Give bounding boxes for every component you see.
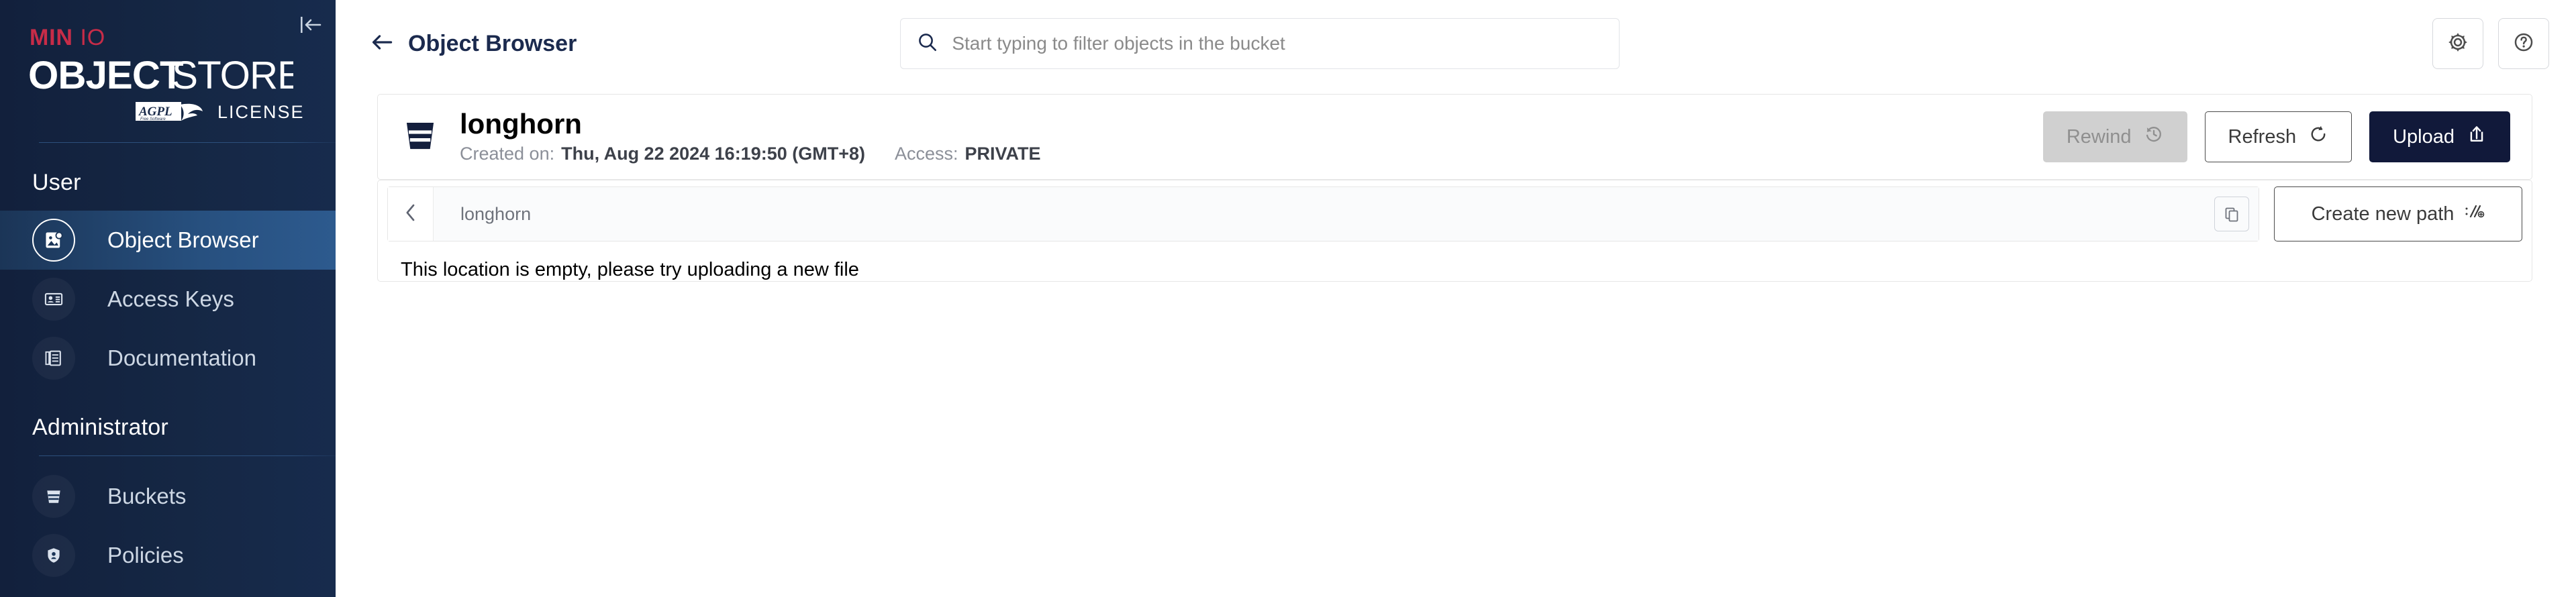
breadcrumb-path[interactable]: longhorn: [434, 187, 2205, 241]
svg-text:IO: IO: [81, 25, 105, 50]
rewind-button-label: Rewind: [2066, 125, 2132, 148]
nav-list-administrator: Buckets Policies: [0, 467, 336, 585]
sidebar-divider-admin: [39, 455, 336, 456]
object-store-wordmark-icon: OBJECT STORE: [28, 55, 293, 97]
nav-section-administrator-title: Administrator: [32, 415, 168, 440]
refresh-button[interactable]: Refresh: [2204, 111, 2352, 162]
page-header[interactable]: Object Browser: [370, 31, 577, 57]
objects-panel: longhorn Create new path This location i…: [377, 180, 2532, 282]
chevron-left-icon: [402, 203, 419, 226]
minio-wordmark-icon: MIN IO: [30, 25, 105, 50]
sidebar-item-documentation[interactable]: Documentation: [0, 329, 336, 388]
content-area: longhorn Created on: Thu, Aug 22 2024 16…: [336, 87, 2576, 597]
bucket-name: longhorn: [460, 107, 582, 140]
search-bar[interactable]: [900, 18, 1620, 69]
svg-text:STORE: STORE: [172, 55, 293, 97]
svg-text:Free Software: Free Software: [140, 117, 166, 121]
created-on-value: Thu, Aug 22 2024 16:19:50 (GMT+8): [561, 143, 865, 164]
access-keys-icon: [32, 278, 75, 321]
sidebar: MIN IO OBJECT STORE AGPL Free Software L…: [0, 0, 336, 597]
sidebar-item-label: Object Browser: [107, 227, 259, 252]
gear-icon: [2446, 31, 2469, 57]
upload-icon: [2467, 124, 2487, 150]
svg-text:MIN: MIN: [30, 25, 73, 50]
help-circle-icon: [2512, 31, 2535, 57]
arrow-left-icon[interactable]: [370, 32, 393, 56]
sidebar-item-object-browser[interactable]: Object Browser: [0, 211, 336, 270]
rewind-clock-icon: [2144, 124, 2164, 150]
sidebar-item-access-keys[interactable]: Access Keys: [0, 270, 336, 329]
license-word-icon: LICENSE: [217, 102, 305, 122]
upload-button-label: Upload: [2393, 125, 2455, 148]
svg-text:LICENSE: LICENSE: [217, 102, 305, 122]
search-input[interactable]: [952, 33, 1603, 54]
topbar-actions: [2432, 18, 2549, 69]
sidebar-item-label: Policies: [107, 543, 184, 567]
copy-path-button[interactable]: [2205, 187, 2259, 241]
path-row: longhorn Create new path: [387, 186, 2522, 241]
rewind-button[interactable]: Rewind: [2042, 111, 2187, 162]
sidebar-item-policies[interactable]: Policies: [0, 526, 336, 585]
settings-button[interactable]: [2432, 18, 2483, 69]
empty-state-message: This location is empty, please try uploa…: [401, 259, 859, 280]
documentation-icon: [32, 337, 75, 380]
minio-logo[interactable]: MIN IO OBJECT STORE AGPL Free Software L…: [0, 0, 336, 123]
sidebar-item-buckets[interactable]: Buckets: [0, 467, 336, 526]
access-label: Access:: [895, 143, 958, 164]
bucket-icon: [32, 475, 75, 518]
bucket-meta: longhorn Created on: Thu, Aug 22 2024 16…: [460, 107, 1041, 164]
created-on-label: Created on:: [460, 143, 555, 164]
sidebar-item-label: Buckets: [107, 484, 187, 508]
bucket-header-card: longhorn Created on: Thu, Aug 22 2024 16…: [377, 94, 2532, 180]
agpl-badge-icon: AGPL Free Software: [136, 102, 203, 121]
nav-section-user-title: User: [32, 170, 81, 195]
refresh-icon: [2308, 124, 2328, 150]
bucket-identity: longhorn Created on: Thu, Aug 22 2024 16…: [401, 107, 1041, 164]
page-title: Object Browser: [408, 30, 577, 56]
create-new-path-button[interactable]: Create new path: [2274, 186, 2522, 241]
object-browser-icon: [32, 219, 75, 262]
topbar: Object Browser: [336, 0, 2576, 87]
app-root: MIN IO OBJECT STORE AGPL Free Software L…: [0, 0, 2576, 597]
access-value: PRIVATE: [964, 143, 1041, 164]
copy-icon: [2214, 197, 2249, 231]
sidebar-item-label: Documentation: [107, 345, 256, 370]
bucket-subline: Created on: Thu, Aug 22 2024 16:19:50 (G…: [460, 144, 1041, 164]
bucket-icon: [401, 116, 440, 158]
breadcrumb: longhorn: [387, 186, 2259, 241]
policies-shield-icon: [32, 534, 75, 577]
path-slash-icon: [2465, 203, 2485, 225]
nav-list-user: Object Browser Access Keys Documentation: [0, 211, 336, 388]
upload-button[interactable]: Upload: [2369, 111, 2510, 162]
bucket-actions: Rewind Refresh Upload: [2042, 111, 2510, 162]
create-new-path-label: Create new path: [2311, 203, 2455, 225]
search-icon: [917, 32, 938, 56]
sidebar-item-label: Access Keys: [107, 286, 234, 311]
svg-text:OBJECT: OBJECT: [28, 55, 183, 97]
breadcrumb-back-button[interactable]: [388, 187, 434, 241]
help-button[interactable]: [2498, 18, 2549, 69]
collapse-sidebar-icon[interactable]: [295, 9, 326, 40]
main-area: Object Browser Start typing to filter ob…: [336, 0, 2576, 597]
refresh-button-label: Refresh: [2228, 125, 2297, 148]
svg-text:AGPL: AGPL: [138, 105, 172, 119]
license-badge: AGPL Free Software LICENSE: [136, 101, 336, 123]
